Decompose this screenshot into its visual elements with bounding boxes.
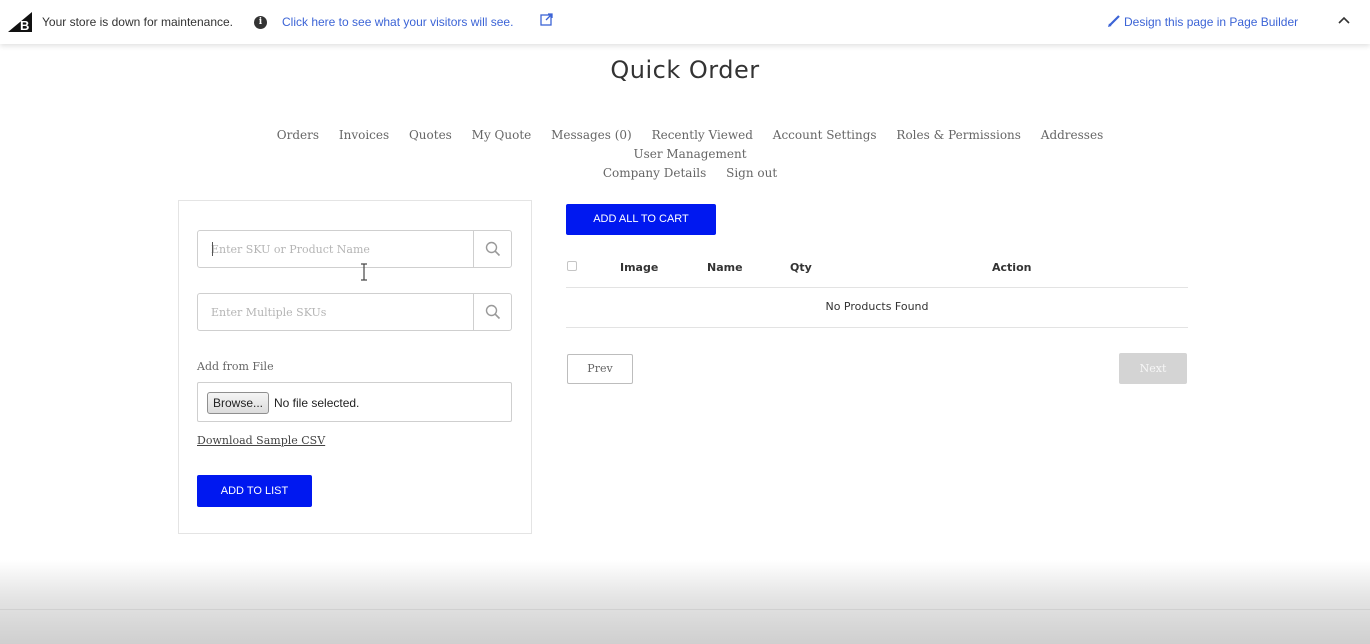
nav-account-settings[interactable]: Account Settings	[773, 126, 877, 145]
page-builder-link[interactable]: Design this page in Page Builder	[1124, 15, 1298, 29]
add-to-list-button[interactable]: ADD TO LIST	[197, 475, 312, 507]
footer-divider	[0, 609, 1370, 610]
multi-sku-field	[197, 293, 512, 331]
maintenance-bar: B Your store is down for maintenance. i …	[0, 0, 1370, 44]
column-image: Image	[620, 261, 659, 274]
selected-file-text: No file selected.	[274, 396, 360, 410]
svg-text:B: B	[20, 18, 29, 32]
multi-sku-input[interactable]	[198, 294, 474, 330]
nav-orders[interactable]: Orders	[277, 126, 319, 145]
empty-table-message: No Products Found	[566, 288, 1188, 328]
pencil-icon	[1108, 15, 1120, 27]
search-icon	[485, 304, 500, 320]
browse-button[interactable]: Browse...	[207, 392, 270, 414]
text-caret	[212, 242, 213, 256]
page-title: Quick Order	[610, 56, 760, 84]
nav-company-details[interactable]: Company Details	[603, 164, 706, 183]
preview-storefront-link[interactable]: Click here to see what your visitors wil…	[282, 15, 513, 29]
sku-search-input[interactable]	[198, 231, 474, 267]
nav-user-management[interactable]: User Management	[633, 145, 746, 164]
maintenance-message: Your store is down for maintenance.	[42, 15, 233, 29]
page-footer	[0, 560, 1370, 644]
add-products-panel: Add from File Browse... No file selected…	[178, 200, 532, 534]
nav-quotes[interactable]: Quotes	[409, 126, 452, 145]
external-link-icon[interactable]	[540, 13, 553, 26]
product-table-header: Image Name Qty Action	[566, 252, 1188, 288]
search-icon	[485, 241, 500, 257]
text-cursor-icon	[361, 263, 367, 281]
select-all-checkbox[interactable]	[567, 261, 577, 271]
file-upload-field: Browse... No file selected.	[197, 382, 512, 422]
nav-messages[interactable]: Messages (0)	[551, 126, 632, 145]
prev-page-button[interactable]: Prev	[567, 354, 633, 384]
nav-addresses[interactable]: Addresses	[1041, 126, 1103, 145]
column-qty: Qty	[790, 261, 812, 274]
nav-invoices[interactable]: Invoices	[339, 126, 389, 145]
multi-sku-search-button[interactable]	[473, 294, 511, 330]
next-page-button[interactable]: Next	[1119, 353, 1187, 384]
nav-my-quote[interactable]: My Quote	[472, 126, 532, 145]
add-all-to-cart-button[interactable]: ADD ALL TO CART	[566, 204, 716, 235]
sku-search-field	[197, 230, 512, 281]
sku-search-button[interactable]	[473, 231, 511, 267]
column-action: Action	[992, 261, 1032, 274]
bigcommerce-logo-icon[interactable]: B	[8, 12, 32, 32]
download-sample-csv-link[interactable]: Download Sample CSV	[197, 434, 325, 447]
nav-sign-out[interactable]: Sign out	[726, 164, 777, 183]
account-nav: Orders Invoices Quotes My Quote Messages…	[220, 126, 1160, 183]
nav-recently-viewed[interactable]: Recently Viewed	[652, 126, 753, 145]
add-from-file-label: Add from File	[197, 360, 274, 373]
column-name: Name	[707, 261, 743, 274]
chevron-up-icon[interactable]	[1337, 13, 1351, 27]
info-icon[interactable]: i	[254, 16, 267, 29]
nav-roles-permissions[interactable]: Roles & Permissions	[896, 126, 1021, 145]
